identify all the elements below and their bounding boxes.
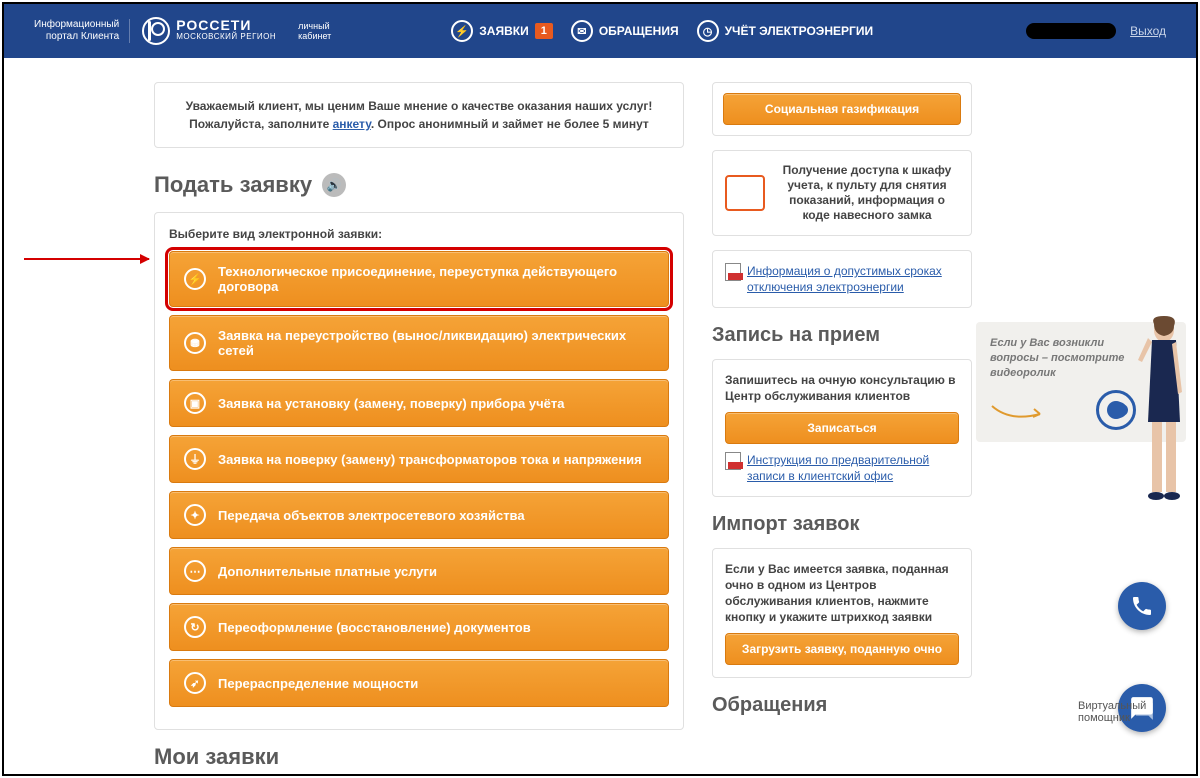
appointment-text: Запишитесь на очную консультацию в Центр… xyxy=(725,372,959,404)
applications-badge: 1 xyxy=(535,23,553,39)
nav-appeals[interactable]: ✉ ОБРАЩЕНИЯ xyxy=(571,20,679,42)
select-type-label: Выберите вид электронной заявки: xyxy=(169,227,669,241)
app-type-label: Заявка на переустройство (вынос/ликвидац… xyxy=(218,328,654,358)
nav-metering-label: УЧЁТ ЭЛЕКТРОЭНЕРГИИ xyxy=(725,24,874,38)
app-type-label: Заявка на установку (замену, поверку) пр… xyxy=(218,396,565,411)
app-type-label: Дополнительные платные услуги xyxy=(218,564,437,579)
nav-applications[interactable]: ⚡ ЗАЯВКИ 1 xyxy=(451,20,553,42)
main-column: Уважаемый клиент, мы ценим Ваше мнение о… xyxy=(154,82,684,774)
phone-icon xyxy=(1130,594,1154,618)
tower-icon: ⛃ xyxy=(184,332,206,354)
app-type-transfer-objects[interactable]: ✦ Передача объектов электросетевого хозя… xyxy=(169,491,669,539)
submit-application-title: Подать заявку 🔊 xyxy=(154,172,684,198)
app-type-label: Перераспределение мощности xyxy=(218,676,418,691)
more-icon: ⋯ xyxy=(184,560,206,582)
outage-info-card: Информация о допустимых сроках отключени… xyxy=(712,250,972,308)
speaker-icon[interactable]: 🔊 xyxy=(322,173,346,197)
import-title: Импорт заявок xyxy=(712,513,972,536)
phone-fab[interactable] xyxy=(1118,582,1166,630)
appointment-title: Запись на прием xyxy=(712,324,972,347)
app-type-label: Передача объектов электросетевого хозяйс… xyxy=(218,508,525,523)
assistant-hint: Если у Вас возникли вопросы – посмотрите… xyxy=(990,336,1138,381)
appointment-card: Запишитесь на очную консультацию в Центр… xyxy=(712,359,972,497)
survey-notice: Уважаемый клиент, мы ценим Ваше мнение о… xyxy=(154,82,684,148)
app-type-label: Технологическое присоединение, переуступ… xyxy=(218,264,654,294)
bolt-icon: ⚡ xyxy=(451,20,473,42)
virtual-assistant-label: Виртуальный помощник xyxy=(1078,700,1188,724)
portal-line2: портал Клиента xyxy=(34,31,119,43)
outage-info-link[interactable]: Информация о допустимых сроках отключени… xyxy=(747,263,959,295)
survey-link[interactable]: анкету xyxy=(333,117,371,131)
import-card: Если у Вас имеется заявка, поданная очно… xyxy=(712,548,972,678)
app-type-label: Переоформление (восстановление) документ… xyxy=(218,620,531,635)
notice-line2b: . Опрос анонимный и займет не более 5 ми… xyxy=(371,117,649,131)
notice-line2: Пожалуйста, заполните анкету. Опрос анон… xyxy=(183,115,655,133)
portal-line1: Информационный xyxy=(34,19,119,31)
bolt-icon: ⚡ xyxy=(184,268,206,290)
import-button[interactable]: Загрузить заявку, поданную очно xyxy=(725,633,959,665)
app-type-meter-install[interactable]: ▣ Заявка на установку (замену, поверку) … xyxy=(169,379,669,427)
app-type-paid-services[interactable]: ⋯ Дополнительные платные услуги xyxy=(169,547,669,595)
brand-main: РОССЕТИ xyxy=(176,19,276,31)
appointment-button[interactable]: Записаться xyxy=(725,412,959,444)
envelope-icon: ✉ xyxy=(571,20,593,42)
instruction-link[interactable]: Инструкция по предварительной записи в к… xyxy=(747,452,959,484)
compass-icon: ➶ xyxy=(184,672,206,694)
meter-icon: ◷ xyxy=(697,20,719,42)
app-type-reconstruction[interactable]: ⛃ Заявка на переустройство (вынос/ликвид… xyxy=(169,315,669,371)
my-applications-title: Мои заявки xyxy=(154,744,684,770)
refresh-icon: ↻ xyxy=(184,616,206,638)
nav-metering[interactable]: ◷ УЧЁТ ЭЛЕКТРОЭНЕРГИИ xyxy=(697,20,874,42)
star-icon: ✦ xyxy=(184,504,206,526)
brand-sub: МОСКОВСКИЙ РЕГИОН xyxy=(176,31,276,43)
assistant-widget: Если у Вас возникли вопросы – посмотрите… xyxy=(976,322,1186,442)
header-left: Информационный портал Клиента РОССЕТИ МО… xyxy=(34,17,331,45)
plug-icon: ⏚ xyxy=(184,448,206,470)
logout-link[interactable]: Выход xyxy=(1130,24,1166,38)
portal-label: Информационный портал Клиента xyxy=(34,19,130,43)
gasification-card: Социальная газификация xyxy=(712,82,972,136)
cabinet-access-text: Получение доступа к шкафу учета, к пульт… xyxy=(775,163,959,223)
cabinet-access-card[interactable]: Получение доступа к шкафу учета, к пульт… xyxy=(712,150,972,236)
pdf-icon xyxy=(725,263,741,281)
app-type-label: Заявка на поверку (замену) трансформатор… xyxy=(218,452,642,467)
user-name-redacted xyxy=(1026,23,1116,39)
annotation-arrow xyxy=(24,258,149,260)
brand-text: РОССЕТИ МОСКОВСКИЙ РЕГИОН xyxy=(176,19,276,43)
meter-icon: ▣ xyxy=(184,392,206,414)
nav-applications-label: ЗАЯВКИ xyxy=(479,24,528,38)
notice-line2a: Пожалуйста, заполните xyxy=(189,117,332,131)
cabinet-label[interactable]: личный кабинет xyxy=(298,21,331,41)
notice-line1: Уважаемый клиент, мы ценим Ваше мнение о… xyxy=(183,97,655,115)
nav-appeals-label: ОБРАЩЕНИЯ xyxy=(599,24,679,38)
pdf-icon xyxy=(725,452,741,470)
header-right: Выход xyxy=(1026,23,1166,39)
cabinet-line1: личный xyxy=(298,21,331,31)
play-video-icon[interactable] xyxy=(1096,390,1136,430)
my-apps-title-text: Мои заявки xyxy=(154,744,279,770)
app-type-tech-connection[interactable]: ⚡ Технологическое присоединение, переуст… xyxy=(169,251,669,307)
app-type-transformer-check[interactable]: ⏚ Заявка на поверку (замену) трансформат… xyxy=(169,435,669,483)
submit-title-text: Подать заявку xyxy=(154,172,312,198)
curved-arrow-icon xyxy=(990,404,1050,424)
cabinet-icon xyxy=(725,175,765,211)
application-types-box: Выберите вид электронной заявки: ⚡ Техно… xyxy=(154,212,684,730)
brand-logo[interactable]: РОССЕТИ МОСКОВСКИЙ РЕГИОН xyxy=(142,17,276,45)
import-text: Если у Вас имеется заявка, поданная очно… xyxy=(725,561,959,625)
sidebar-column: Социальная газификация Получение доступа… xyxy=(712,82,972,774)
rosseti-logo-icon xyxy=(142,17,170,45)
app-type-reissue-docs[interactable]: ↻ Переоформление (восстановление) докуме… xyxy=(169,603,669,651)
app-type-redistribute-power[interactable]: ➶ Перераспределение мощности xyxy=(169,659,669,707)
appeals-title: Обращения xyxy=(712,694,972,717)
social-gasification-button[interactable]: Социальная газификация xyxy=(723,93,961,125)
assistant-avatar xyxy=(1132,312,1192,512)
header-bar: Информационный портал Клиента РОССЕТИ МО… xyxy=(4,4,1196,58)
header-nav: ⚡ ЗАЯВКИ 1 ✉ ОБРАЩЕНИЯ ◷ УЧЁТ ЭЛЕКТРОЭНЕ… xyxy=(451,20,873,42)
cabinet-line2: кабинет xyxy=(298,31,331,41)
